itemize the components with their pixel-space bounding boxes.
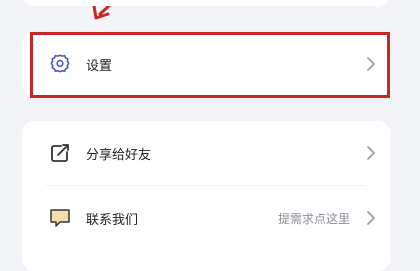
chevron-right-icon xyxy=(367,211,375,225)
share-label: 分享给好友 xyxy=(86,147,152,163)
menu-card: 分享给好友 联系我们 提需求点这里 xyxy=(22,121,390,271)
message-icon xyxy=(50,209,70,227)
contact-hint: 提需求点这里 xyxy=(277,211,350,226)
share-icon xyxy=(51,144,69,162)
top-card xyxy=(22,0,390,6)
highlight-box xyxy=(30,32,390,98)
contact-row[interactable]: 联系我们 提需求点这里 xyxy=(22,186,390,250)
share-row[interactable]: 分享给好友 xyxy=(22,121,390,185)
chevron-right-icon xyxy=(367,146,375,160)
contact-label: 联系我们 xyxy=(86,212,139,228)
